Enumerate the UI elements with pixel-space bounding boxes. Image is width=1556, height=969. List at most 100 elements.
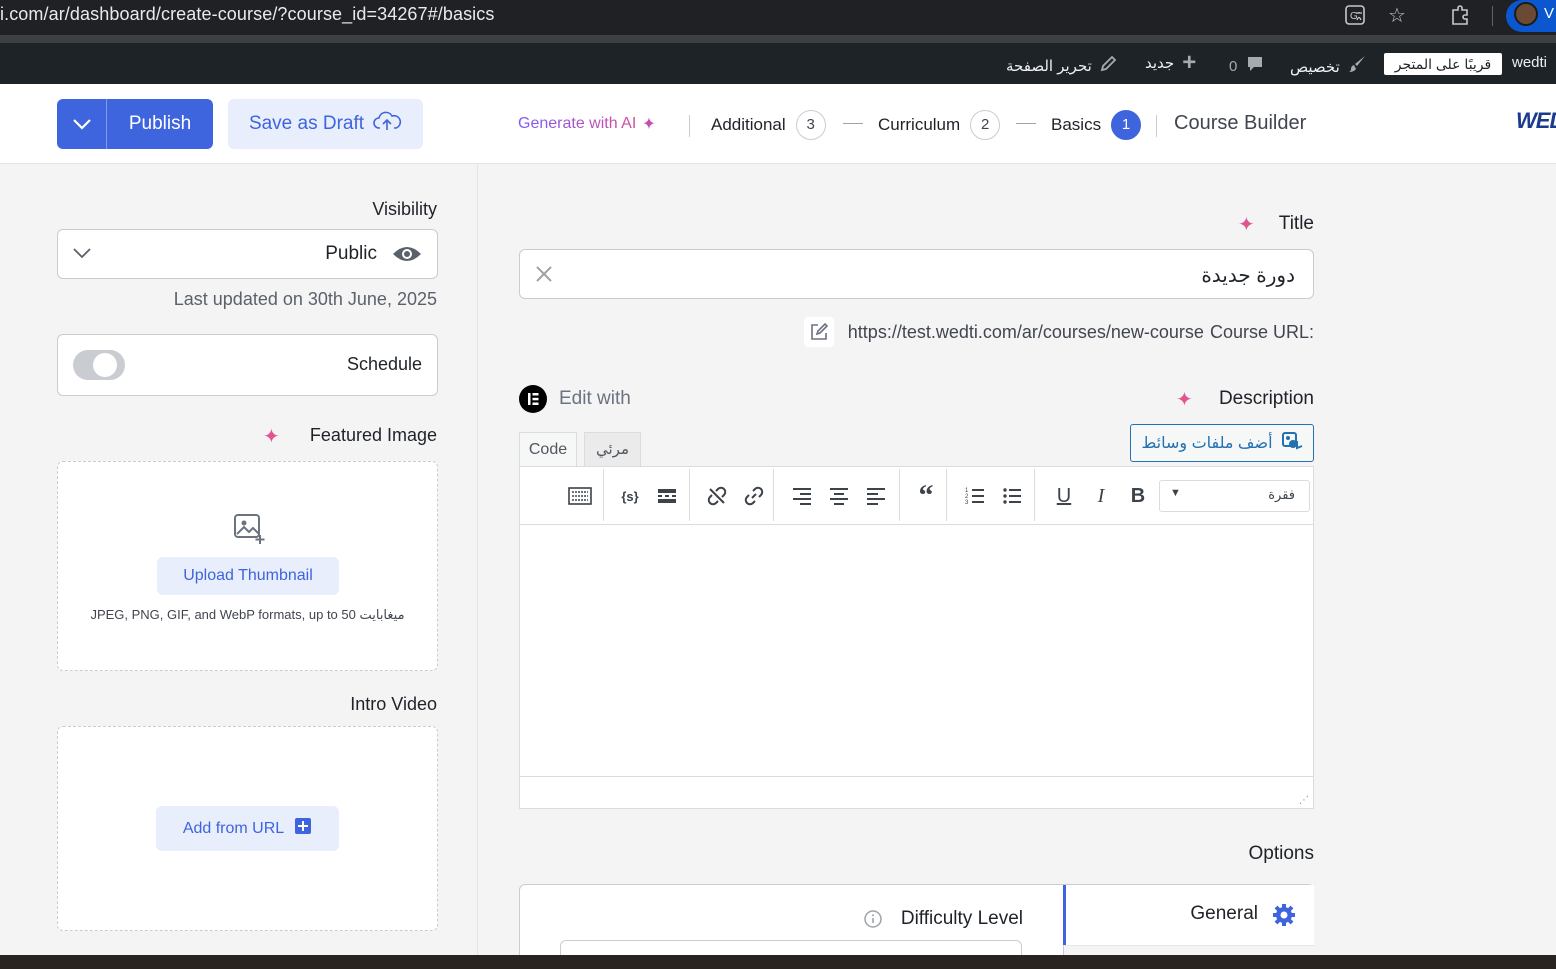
bullet-list-icon[interactable] (999, 483, 1025, 509)
bookmark-star-icon[interactable]: ☆ (1385, 4, 1409, 28)
toolbar-divider (1492, 6, 1493, 26)
italic-icon[interactable]: I (1088, 483, 1114, 509)
tab-code[interactable]: Code (519, 432, 577, 466)
new-content-link[interactable]: جديد + (1145, 49, 1197, 76)
tab-visual[interactable]: مرئي (584, 432, 641, 466)
publish-button[interactable]: Publish (107, 99, 213, 149)
ai-sparkle-icon[interactable]: ✦ (1176, 387, 1193, 412)
paragraph-format-select[interactable]: ▼ فقرة (1159, 480, 1310, 512)
media-icon (1281, 430, 1303, 457)
align-left-icon[interactable] (863, 483, 889, 509)
coming-soon-badge[interactable]: قريبًا على المتجر (1384, 53, 1502, 75)
options-tab-general[interactable]: General (1063, 885, 1314, 945)
numbered-list-icon[interactable]: 123 (962, 483, 988, 509)
difficulty-level-label: Difficulty Level (900, 908, 1023, 929)
visibility-value: Public (325, 243, 377, 264)
comments-link[interactable]: 0 (1229, 54, 1265, 79)
intro-video-dropzone: Add from URL (57, 726, 438, 931)
profile-button[interactable]: V (1506, 0, 1556, 32)
customize-link[interactable]: تخصيص (1290, 54, 1368, 79)
step-number: 1 (1111, 110, 1142, 140)
align-right-icon[interactable] (789, 483, 815, 509)
comment-bubble-icon (1245, 54, 1265, 79)
add-media-button[interactable]: أضف ملفات وسائط (1130, 424, 1314, 462)
step-connector (1016, 123, 1036, 124)
cloud-upload-icon (372, 110, 402, 138)
add-from-url-button[interactable]: Add from URL (156, 806, 339, 851)
upload-format-hint: JPEG, PNG, GIF, and WebP formats, up to … (90, 607, 405, 622)
course-settings-sidebar: Visibility Public Last updated on 30th J… (0, 164, 478, 969)
last-updated-text: Last updated on 30th June, 2025 (173, 289, 437, 309)
blockquote-icon[interactable]: “ (913, 479, 939, 512)
step-additional[interactable]: Additional 3 (711, 110, 826, 140)
insert-link-icon[interactable] (741, 483, 767, 509)
read-more-icon[interactable] (654, 483, 680, 509)
gear-icon (1272, 903, 1296, 932)
edit-url-icon[interactable] (803, 317, 834, 347)
extensions-icon[interactable] (1448, 4, 1472, 28)
site-logo[interactable]: WED (1516, 108, 1556, 134)
ai-sparkle-icon[interactable]: ✦ (263, 424, 280, 449)
avatar (1514, 2, 1538, 26)
align-center-icon[interactable] (826, 483, 852, 509)
upload-thumbnail-label: Upload Thumbnail (183, 567, 313, 584)
chevron-down-icon (72, 246, 92, 264)
info-icon[interactable] (863, 909, 883, 934)
chevron-down-icon: ▼ (1170, 487, 1181, 499)
editor-statusbar: ⋰ (520, 776, 1313, 808)
image-add-icon (232, 512, 268, 551)
publish-options-chevron-icon[interactable] (57, 99, 107, 149)
edit-page-label: تحرير الصفحة (1006, 57, 1092, 75)
edit-with-elementor-button[interactable]: Edit with (559, 388, 631, 410)
schedule-label: Schedule (346, 354, 422, 374)
elementor-icon[interactable] (519, 385, 547, 413)
step-basics[interactable]: Basics 1 (1051, 110, 1142, 140)
ai-sparkle-icon[interactable]: ✦ (1238, 212, 1255, 237)
featured-image-dropzone[interactable]: Upload Thumbnail JPEG, PNG, GIF, and Web… (57, 461, 438, 671)
title-label: Title (1278, 213, 1314, 234)
remove-link-icon[interactable] (704, 483, 730, 509)
description-editor: ⋰ (519, 466, 1314, 809)
keyboard-toggle-icon[interactable] (567, 483, 593, 509)
browser-toolbar: i.com/ar/dashboard/create-course/?course… (0, 0, 1556, 35)
header-divider (689, 115, 690, 137)
toolbar-separator (1034, 469, 1035, 521)
comments-count: 0 (1229, 58, 1238, 75)
course-url-row: https://test.wedti.com/ar/courses/new-co… (803, 317, 1314, 347)
step-label: Additional (711, 115, 786, 134)
course-url-value[interactable]: https://test.wedti.com/ar/courses/new-co… (848, 322, 1204, 343)
title-value: دورة جديدة (1201, 265, 1295, 287)
title-input[interactable]: دورة جديدة (519, 249, 1314, 299)
address-bar[interactable]: i.com/ar/dashboard/create-course/?course… (0, 4, 495, 25)
plus-square-icon (294, 817, 312, 840)
clear-icon[interactable] (534, 264, 554, 289)
course-url-label: Course URL: (1209, 321, 1314, 342)
featured-image-label: Featured Image (309, 425, 437, 445)
toolbar-separator (899, 469, 900, 521)
pencil-icon (1100, 54, 1118, 77)
course-builder-header: Publish Save as Draft Generate with AI ✦… (0, 84, 1556, 164)
visibility-select[interactable]: Public (57, 229, 438, 279)
save-draft-label: Save as Draft (248, 113, 365, 134)
taskbar (0, 955, 1556, 969)
browser-separator (0, 35, 1556, 43)
page-title: Course Builder (1174, 112, 1307, 134)
editor-content-area[interactable] (520, 526, 1313, 776)
edit-page-link[interactable]: تحرير الصفحة (1006, 54, 1118, 77)
bold-icon[interactable]: B (1125, 483, 1151, 509)
resize-handle-icon[interactable]: ⋰ (1299, 795, 1309, 806)
shortcode-icon[interactable]: {s} (617, 483, 643, 509)
step-number: 2 (970, 110, 1001, 140)
save-draft-button[interactable]: Save as Draft (228, 99, 423, 149)
step-curriculum[interactable]: Curriculum 2 (878, 110, 1001, 140)
plus-icon: + (1182, 49, 1197, 76)
generate-with-ai-button[interactable]: Generate with AI ✦ (518, 114, 655, 134)
upload-thumbnail-button[interactable]: Upload Thumbnail (157, 557, 339, 595)
profile-initial: V (1544, 5, 1555, 22)
svg-text:3: 3 (965, 500, 969, 505)
underline-icon[interactable]: U (1051, 483, 1077, 509)
add-media-label: أضف ملفات وسائط (1141, 435, 1273, 452)
translate-icon[interactable]: G (1343, 4, 1367, 28)
schedule-toggle[interactable] (73, 350, 125, 380)
site-name-link[interactable]: wedti (1512, 54, 1547, 71)
